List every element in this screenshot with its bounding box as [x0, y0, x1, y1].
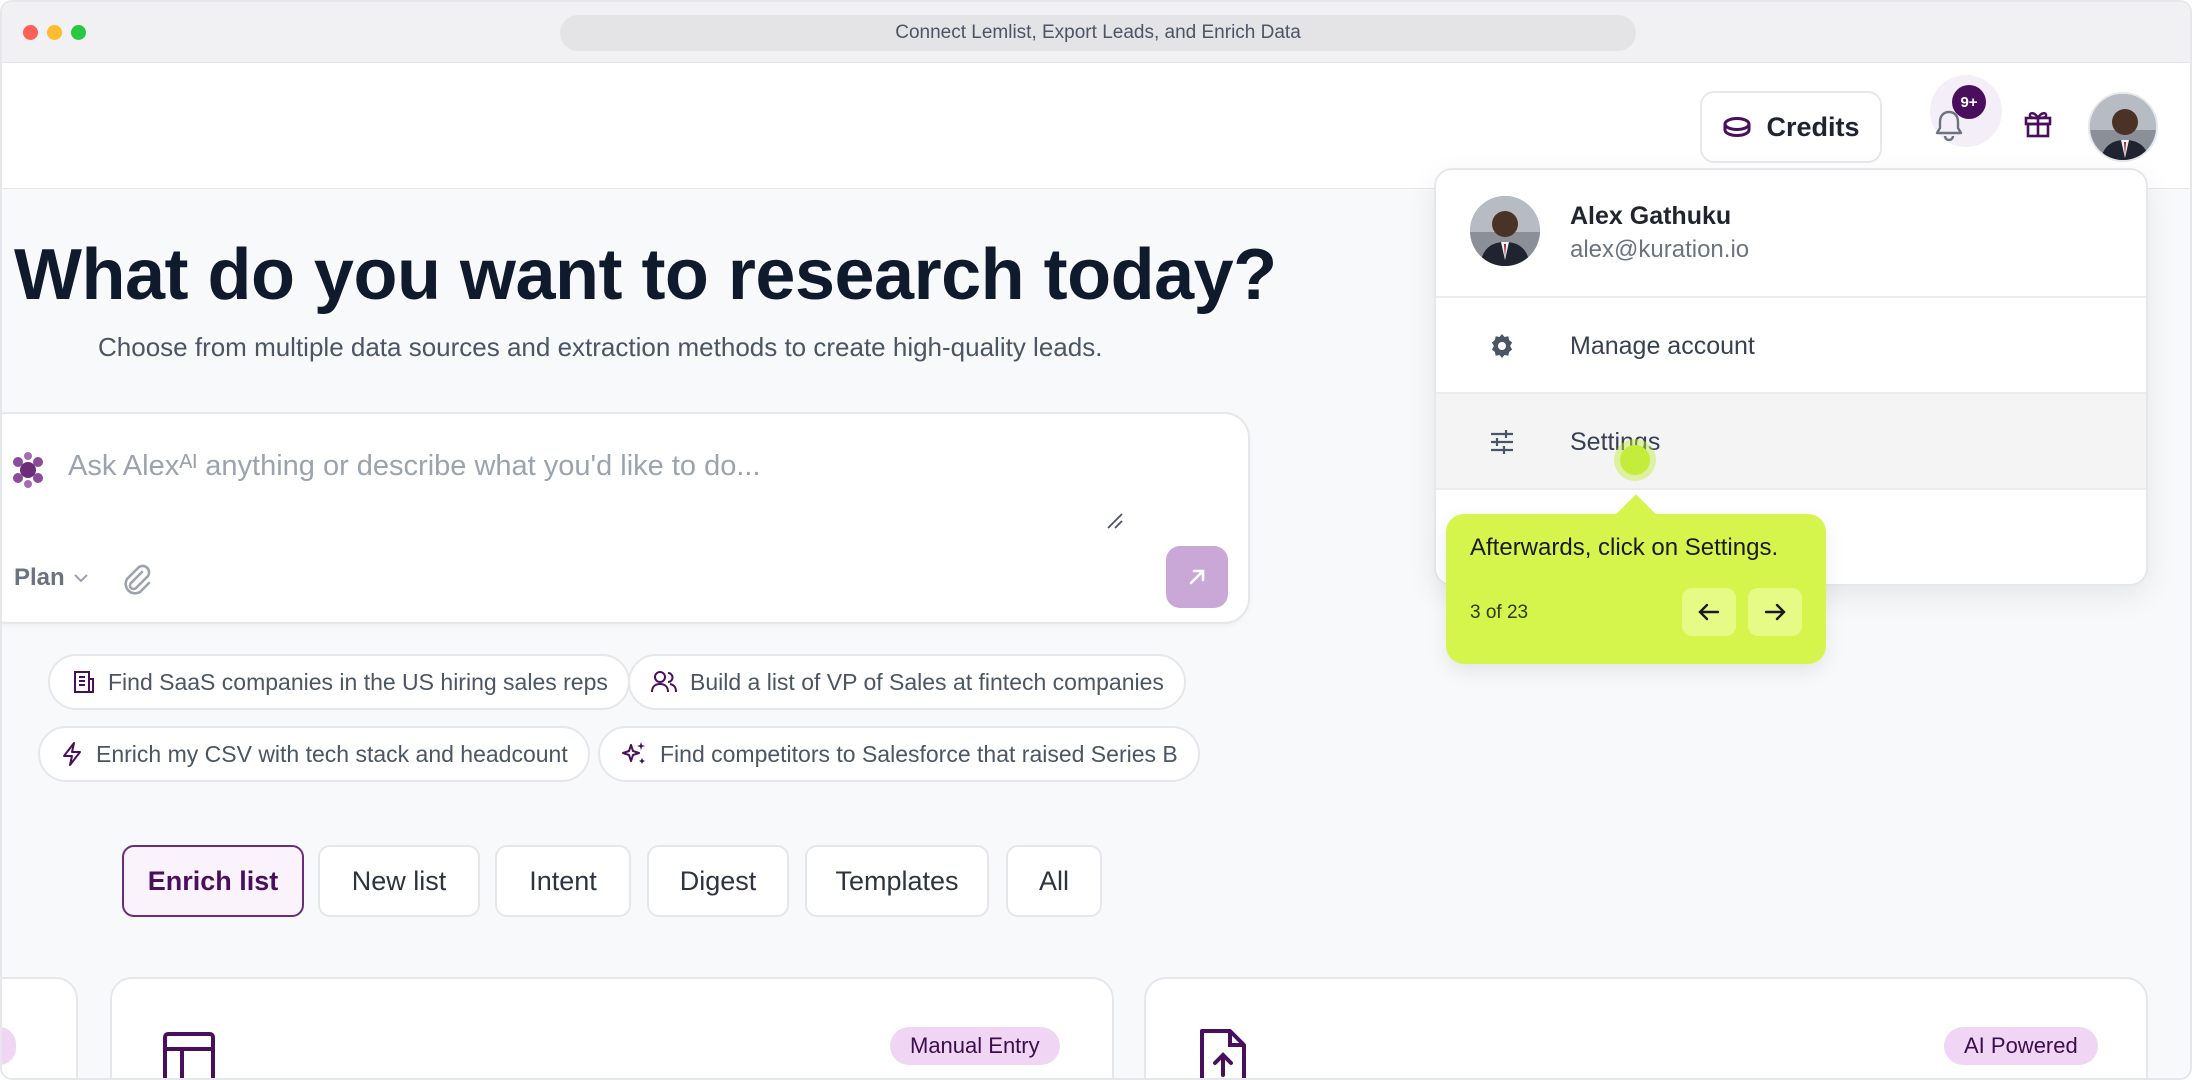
plan-label: Plan	[14, 564, 65, 591]
tab-all[interactable]: All	[1006, 845, 1102, 917]
users-icon	[651, 671, 677, 693]
user-avatar[interactable]	[2088, 92, 2158, 162]
tour-instruction: Afterwards, click on Settings.	[1470, 534, 1779, 561]
maximize-window-button[interactable]	[71, 25, 86, 40]
page-subtitle: Choose from multiple data sources and ex…	[98, 332, 1103, 362]
arrow-left-icon	[1698, 603, 1720, 621]
click-indicator	[1620, 445, 1650, 475]
user-email: alex@kuration.io	[1570, 236, 1750, 263]
menu-item-label: Manage account	[1570, 332, 1755, 360]
arrow-up-right-icon	[1189, 569, 1205, 585]
avatar-image	[1470, 196, 1540, 266]
credits-button[interactable]: Credits	[1700, 91, 1882, 163]
table-icon	[163, 1032, 215, 1078]
tour-next-button[interactable]	[1748, 588, 1802, 636]
page-title: What do you want to research today?	[14, 235, 1277, 315]
address-bar[interactable]: Connect Lemlist, Export Leads, and Enric…	[560, 15, 1636, 51]
card-badge: Manual Entry	[890, 1027, 1060, 1065]
tab-label: Templates	[835, 865, 959, 896]
sliders-icon	[1491, 430, 1513, 454]
arrow-right-icon	[1764, 603, 1786, 621]
menu-item-manage-account[interactable]: Manage account	[1436, 298, 2146, 394]
title-bar: Connect Lemlist, Export Leads, and Enric…	[2, 2, 2190, 63]
tab-digest[interactable]: Digest	[647, 845, 789, 917]
suggestion-chip[interactable]: Find SaaS companies in the US hiring sal…	[48, 654, 630, 710]
tab-label: Intent	[529, 865, 597, 896]
tab-intent[interactable]: Intent	[495, 845, 631, 917]
minimize-window-button[interactable]	[47, 25, 62, 40]
card-badge: t	[2, 1027, 17, 1065]
coins-icon	[1723, 117, 1751, 138]
tour-tooltip: Afterwards, click on Settings. 3 of 23	[1446, 494, 1826, 664]
resize-handle-icon[interactable]	[1106, 512, 1124, 530]
credits-label: Credits	[1766, 111, 1860, 142]
option-card-manual-entry[interactable]: Manual Entry	[110, 977, 1114, 1078]
notifications-button[interactable]: 9+	[1930, 75, 2002, 147]
suggestion-chip[interactable]: Find competitors to Salesforce that rais…	[598, 726, 1200, 782]
suggestion-chip[interactable]: Enrich my CSV with tech stack and headco…	[38, 726, 590, 782]
close-window-button[interactable]	[23, 25, 38, 40]
tour-step-counter: 3 of 23	[1470, 602, 1529, 623]
prompt-input[interactable]	[68, 450, 1148, 510]
alex-ai-icon	[13, 452, 43, 488]
paperclip-icon[interactable]	[120, 562, 152, 598]
building-icon	[74, 671, 94, 693]
suggestion-chip[interactable]: Build a list of VP of Sales at fintech c…	[628, 654, 1186, 710]
avatar-image	[2090, 94, 2156, 160]
card-badge: AI Powered	[1944, 1027, 2098, 1065]
window-title: Connect Lemlist, Export Leads, and Enric…	[895, 22, 1301, 43]
bolt-icon	[63, 742, 81, 766]
suggestion-label: Build a list of VP of Sales at fintech c…	[690, 668, 1164, 695]
menu-item-settings[interactable]: Settings	[1436, 394, 2146, 490]
tab-templates[interactable]: Templates	[805, 845, 989, 917]
user-name: Alex Gathuku	[1570, 202, 1732, 230]
tour-prev-button[interactable]	[1682, 588, 1736, 636]
option-card-ai-powered[interactable]: AI Powered	[1144, 977, 2148, 1078]
tab-enrich-list[interactable]: Enrich list	[122, 845, 304, 917]
suggestion-label: Enrich my CSV with tech stack and headco…	[96, 740, 568, 767]
send-button[interactable]	[1166, 546, 1228, 608]
prompt-box: Plan	[2, 412, 1250, 624]
tab-label: Enrich list	[147, 865, 279, 896]
tab-new-list[interactable]: New list	[318, 845, 480, 917]
tab-label: New list	[351, 865, 447, 896]
suggestion-label: Find SaaS companies in the US hiring sal…	[108, 668, 608, 695]
browser-window: Connect Lemlist, Export Leads, and Enric…	[0, 0, 2192, 1080]
menu-user-info: Alex Gathuku alex@kuration.io	[1436, 170, 2146, 298]
suggestion-label: Find competitors to Salesforce that rais…	[660, 740, 1178, 767]
tab-label: All	[1038, 865, 1069, 896]
gift-icon[interactable]	[2022, 107, 2054, 139]
plan-dropdown[interactable]: Plan	[14, 564, 89, 592]
chevron-down-icon	[73, 574, 88, 583]
gear-icon	[1491, 334, 1513, 358]
sparkles-icon	[622, 742, 645, 764]
tab-label: Digest	[679, 865, 757, 896]
file-upload-icon	[1200, 1029, 1246, 1078]
option-card[interactable]: t	[2, 977, 78, 1078]
menu-avatar	[1470, 196, 1540, 266]
notifications-badge: 9+	[1952, 85, 1986, 119]
